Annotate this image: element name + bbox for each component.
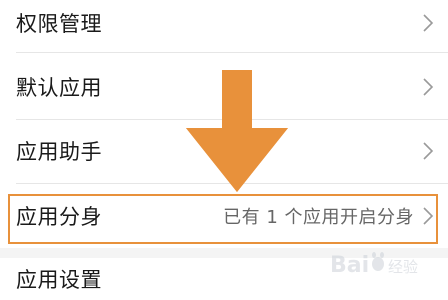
settings-item-label: 权限管理	[16, 12, 102, 36]
settings-item-permissions[interactable]: 权限管理	[0, 0, 448, 46]
chevron-right-icon	[423, 142, 434, 160]
baidu-paw-logo-icon: Bai 经验	[330, 252, 418, 278]
settings-item-label: 应用设置	[16, 268, 102, 292]
chevron-right-icon	[423, 14, 434, 32]
baidu-watermark: Bai 经验	[330, 244, 442, 284]
settings-item-label: 应用助手	[16, 140, 102, 164]
watermark-sub-text: 经验	[388, 258, 418, 276]
chevron-right-icon	[423, 78, 434, 96]
settings-screen: 权限管理 默认应用 应用助手 应用分身 已有 1 个应用开启分身 应用设置 Ba…	[0, 0, 448, 300]
settings-item-label: 默认应用	[16, 76, 102, 100]
highlight-box-annotation	[8, 194, 438, 244]
svg-text:Bai: Bai	[330, 253, 369, 278]
down-arrow-annotation-icon	[186, 70, 288, 192]
divider	[16, 52, 448, 53]
